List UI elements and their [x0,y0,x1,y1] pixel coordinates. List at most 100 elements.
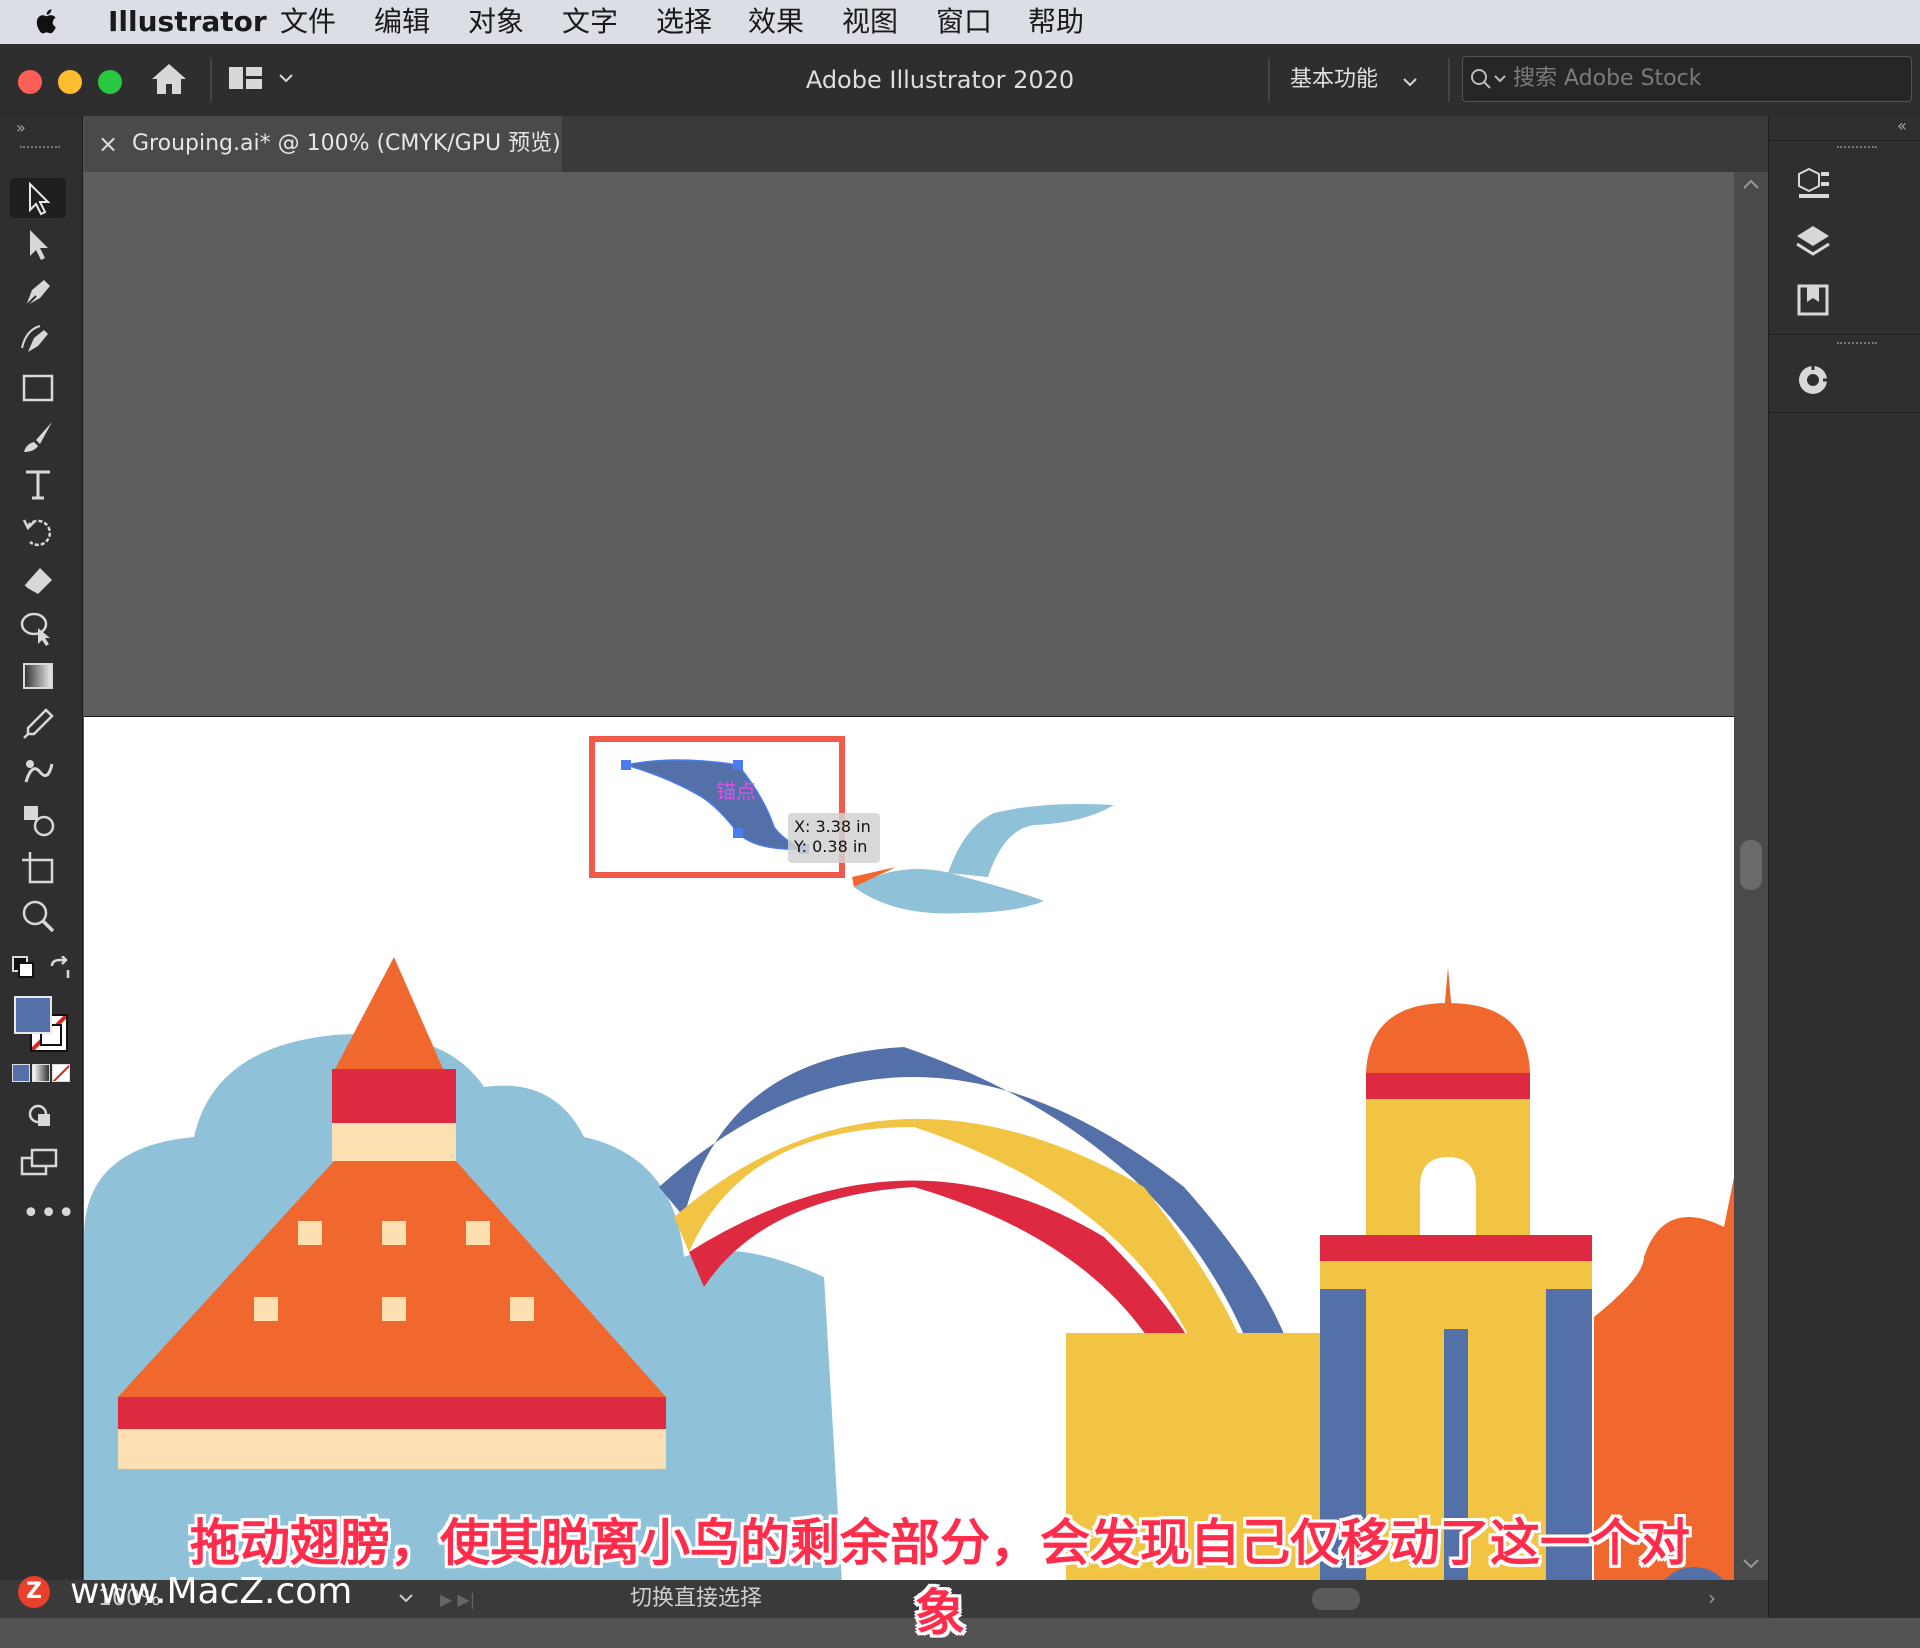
tool-hint: 切换直接选择 [630,1586,763,1611]
divider [210,58,212,102]
divider [1769,334,1920,335]
vertical-scrollbar[interactable] [1734,172,1768,1580]
pyramid-window [382,1297,406,1321]
search-icon [1471,69,1506,89]
anchor-point [733,760,743,770]
close-tab-icon[interactable]: × [98,116,118,172]
app-title: Adobe Illustrator 2020 [805,66,1075,94]
panel-grip[interactable] [1837,342,1877,348]
puppet-warp-tool-icon[interactable] [10,752,66,792]
properties-icon[interactable] [1793,164,1833,204]
pyramid-red-band [332,1069,456,1123]
selection-tool-icon[interactable] [10,178,66,218]
menu-bar: Illustrator 文件 编辑 对象 文字 选择 效果 视图 窗口 帮助 [0,0,1920,44]
y-readout: Y: 0.38 in [794,837,868,856]
pyramid-window [254,1297,278,1321]
arrange-documents-icon[interactable] [228,66,264,92]
app-menu[interactable]: Illustrator [108,0,267,44]
chevron-down-icon[interactable] [278,72,294,84]
artboard-tool-icon[interactable] [10,848,66,888]
document-tab[interactable]: × Grouping.ai* @ 100% (CMYK/GPU 预览) [84,116,562,172]
eyedropper-tool-icon[interactable] [10,704,66,744]
expand-panels-icon[interactable]: « [1897,116,1907,135]
panel-grip[interactable] [20,146,60,152]
menu-file[interactable]: 文件 [280,0,336,44]
rotate-tool-icon[interactable] [10,512,66,552]
panel-grip[interactable] [1837,146,1877,152]
eraser-tool-icon[interactable] [10,560,66,600]
type-tool-icon[interactable] [10,464,66,504]
home-icon[interactable] [150,62,188,96]
zoom-window-button[interactable] [98,70,122,94]
tower-dome [1366,1003,1530,1073]
edit-toolbar-icon[interactable]: ••• [22,1199,75,1229]
pyramid-cream-band [332,1123,456,1161]
pyramid-window [298,1221,322,1245]
shape-builder-tool-icon[interactable] [10,608,66,648]
divider [1769,140,1920,141]
menu-select[interactable]: 选择 [656,0,712,44]
scroll-down-icon[interactable] [1742,1558,1760,1570]
tower-red-band [1320,1235,1592,1261]
bird-right-wing [948,804,1114,877]
minimize-window-button[interactable] [58,70,82,94]
color-mode-buttons[interactable] [12,1064,70,1082]
tower-dome-band [1366,1073,1530,1099]
title-bar: Adobe Illustrator 2020 基本功能 搜索 Adobe Sto… [0,44,1920,117]
anchor-point [733,828,743,838]
watermark: Z www.MacZ.com [18,1570,398,1614]
color-guide-icon[interactable] [1793,360,1833,400]
pyramid-window [382,1221,406,1245]
menu-window[interactable]: 窗口 [936,0,992,44]
menu-object[interactable]: 对象 [468,0,524,44]
document-tab-bar: × Grouping.ai* @ 100% (CMYK/GPU 预览) [84,116,1768,172]
pyramid-tip [334,957,444,1071]
symbol-sprayer-tool-icon[interactable] [10,800,66,840]
divider [1268,58,1270,102]
gradient-tool-icon[interactable] [10,656,66,696]
fill-color-swatch[interactable] [14,996,52,1034]
close-window-button[interactable] [18,70,42,94]
menu-help[interactable]: 帮助 [1028,0,1084,44]
canvas[interactable]: 锚点 X: 3.38 in Y: 0.38 in [84,172,1734,1580]
paintbrush-tool-icon[interactable] [10,416,66,456]
scrollbar-thumb[interactable] [1740,840,1762,890]
layers-icon[interactable] [1793,222,1833,262]
swap-colors-icon[interactable] [48,956,72,980]
scroll-right-icon[interactable]: › [1708,1586,1716,1610]
scroll-up-icon[interactable] [1742,178,1760,190]
curvature-tool-icon[interactable] [10,320,66,360]
artboard[interactable]: 锚点 X: 3.38 in Y: 0.38 in [84,716,1734,1580]
chevron-down-icon[interactable] [1402,76,1418,88]
menu-view[interactable]: 视图 [842,0,898,44]
stock-search-field[interactable]: 搜索 Adobe Stock [1462,56,1912,102]
direct-selection-tool-icon[interactable] [10,224,66,264]
zoom-tool-icon[interactable] [10,896,66,936]
rectangle-tool-icon[interactable] [10,368,66,408]
apple-icon[interactable] [36,6,60,36]
anchor-label: 锚点 [716,779,756,803]
document-tab-label: Grouping.ai* @ 100% (CMYK/GPU 预览) [132,131,561,156]
chevron-down-icon[interactable] [398,1592,414,1604]
x-readout: X: 3.38 in [794,817,871,836]
pen-tool-icon[interactable] [10,272,66,312]
drawing-mode-icon[interactable] [26,1102,56,1132]
horizontal-scrollbar-thumb[interactable] [1312,1588,1360,1610]
search-placeholder: 搜索 Adobe Stock [1513,66,1702,91]
menu-effect[interactable]: 效果 [748,0,804,44]
pyramid-base-cream [118,1429,666,1469]
screen-mode-icon[interactable] [20,1148,60,1178]
default-colors-icon[interactable] [12,956,34,978]
coordinates-tooltip: X: 3.38 in Y: 0.38 in [788,813,880,863]
collapse-toolbar-icon[interactable]: » [16,118,26,137]
artboard-nav-icon[interactable]: ▶ ▶| [440,1590,475,1609]
artwork [84,736,1734,1580]
divider [1769,412,1920,413]
menu-type[interactable]: 文字 [562,0,618,44]
menu-edit[interactable]: 编辑 [374,0,430,44]
libraries-icon[interactable] [1793,280,1833,320]
bird-body [854,869,1044,914]
tools-panel: » ••• [0,116,83,1618]
pyramid-base-red [118,1397,666,1429]
panel-dock: « [1768,116,1920,1618]
